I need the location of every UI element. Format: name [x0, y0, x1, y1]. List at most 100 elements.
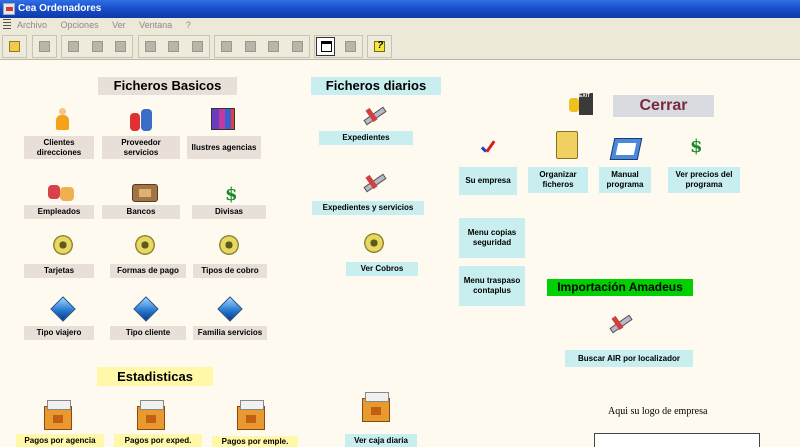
su-empresa-button[interactable]: Su empresa: [459, 167, 517, 195]
cerrar-button[interactable]: Cerrar: [613, 95, 714, 117]
divisas-button[interactable]: Divisas: [192, 205, 266, 219]
toolbar-group-print: [214, 35, 310, 58]
open-folder-icon: [9, 41, 20, 52]
buscar-air-button[interactable]: Buscar AIR por localizador: [565, 350, 693, 367]
person-icon: [55, 108, 69, 130]
pagos-exped-button[interactable]: Pagos por exped.: [114, 434, 202, 447]
payment-gear-icon: [135, 235, 155, 255]
folder-icon: [556, 131, 578, 159]
copy-button[interactable]: [87, 37, 106, 56]
proveedor-button[interactable]: Proveedor servicios: [102, 136, 180, 159]
importacion-amadeus-title: Importación Amadeus: [547, 279, 693, 296]
formas-pago-button[interactable]: Formas de pago: [110, 264, 186, 278]
collection-gear-icon: [219, 235, 239, 255]
ilustres-button[interactable]: Ilustres agencias: [187, 136, 261, 159]
report-button[interactable]: [240, 37, 259, 56]
page-button[interactable]: [287, 37, 306, 56]
checkmark-icon: [478, 139, 498, 157]
books-icon: [211, 108, 235, 130]
paste-button[interactable]: [110, 37, 129, 56]
pagos-exped-box-icon: [137, 400, 165, 430]
menu-bar: Archivo Opciones Ver Ventana ?: [0, 18, 800, 33]
expedientes-plane-icon: [361, 104, 387, 126]
tarjetas-button[interactable]: Tarjetas: [24, 264, 94, 278]
familia-servicios-button[interactable]: Familia servicios: [193, 326, 267, 340]
people-icon: [128, 107, 154, 131]
form-icon: [144, 41, 156, 52]
ver-cobros-button[interactable]: Ver Cobros: [346, 262, 418, 276]
estadisticas-title: Estadisticas: [97, 367, 213, 386]
ver-caja-diaria-button[interactable]: Ver caja diaria: [345, 434, 417, 447]
print-button[interactable]: [216, 37, 235, 56]
preview-icon: [268, 41, 280, 52]
report-icon: [244, 41, 256, 52]
clientes-button[interactable]: Clientes direcciones: [24, 136, 94, 159]
exit-icon: EXIT: [567, 93, 593, 115]
save-icon: [38, 41, 50, 52]
toolbar: [0, 33, 800, 60]
toolbar-group-clipboard: [61, 35, 134, 58]
exit-sign-text: EXIT: [579, 93, 591, 99]
client-type-icon: [133, 296, 159, 322]
help-button[interactable]: [369, 37, 388, 56]
manual-book-icon: [609, 138, 643, 160]
bank-icon: [132, 184, 158, 202]
help-icon: [374, 40, 386, 52]
tipo-cliente-button[interactable]: Tipo cliente: [110, 326, 186, 340]
employees-icon: [48, 181, 74, 203]
find-button[interactable]: [187, 37, 206, 56]
sort-button[interactable]: [163, 37, 182, 56]
toolbar-group-window: [314, 35, 363, 58]
logo-caption: Aqui su logo de empresa: [608, 406, 708, 417]
sort-icon: [168, 41, 180, 52]
menu-ventana[interactable]: Ventana: [139, 20, 172, 30]
ficheros-diarios-title: Ficheros diarios: [311, 77, 441, 95]
caja-diaria-box-icon: [362, 392, 390, 422]
toolbar-group-help: [367, 35, 393, 58]
form-button[interactable]: [140, 37, 159, 56]
paste-icon: [115, 41, 127, 52]
menu-traspaso-button[interactable]: Menu traspaso contaplus: [459, 266, 525, 306]
save-button[interactable]: [34, 37, 53, 56]
cut-icon: [68, 41, 80, 52]
toolbar-group-records: [137, 35, 210, 58]
empleados-button[interactable]: Empleados: [24, 205, 94, 219]
dollar-icon: [222, 184, 240, 206]
tools-button[interactable]: [340, 37, 359, 56]
window-icon: [321, 41, 333, 52]
preview-button[interactable]: [263, 37, 282, 56]
expedientes-button[interactable]: Expedientes: [319, 131, 413, 145]
traveler-type-icon: [50, 296, 76, 322]
expedientes-servicios-plane-icon: [361, 171, 387, 193]
copy-icon: [91, 41, 103, 52]
pagos-emple-button[interactable]: Pagos por emple.: [212, 436, 298, 447]
manual-programa-button[interactable]: Manual programa: [599, 167, 651, 193]
service-family-icon: [217, 296, 243, 322]
cut-button[interactable]: [63, 37, 82, 56]
menu-grip-icon: [3, 19, 11, 31]
expedientes-servicios-button[interactable]: Expedientes y servicios: [312, 201, 424, 215]
pagos-agencia-box-icon: [44, 400, 72, 430]
amadeus-plane-icon: [607, 312, 633, 334]
menu-help[interactable]: ?: [186, 20, 191, 30]
window-button[interactable]: [316, 37, 336, 56]
open-folder-button[interactable]: [4, 37, 23, 56]
bancos-button[interactable]: Bancos: [102, 205, 180, 219]
print-icon: [221, 41, 233, 52]
ficheros-basicos-title: Ficheros Basicos: [98, 77, 237, 95]
menu-archivo[interactable]: Archivo: [17, 20, 47, 30]
menu-copias-button[interactable]: Menu copias seguridad: [459, 218, 525, 258]
menu-opciones[interactable]: Opciones: [61, 20, 99, 30]
ver-precios-button[interactable]: Ver precios del programa: [668, 167, 740, 193]
toolbar-group-file: [2, 35, 27, 58]
organizar-ficheros-button[interactable]: Organizar ficheros: [528, 167, 588, 193]
cobros-gear-icon: [364, 233, 384, 253]
pagos-agencia-button[interactable]: Pagos por agencia: [16, 434, 104, 447]
page-icon: [291, 41, 303, 52]
tipo-viajero-button[interactable]: Tipo viajero: [24, 326, 94, 340]
price-dollar-icon: [687, 136, 705, 158]
menu-ver[interactable]: Ver: [112, 20, 126, 30]
tipos-cobro-button[interactable]: Tipos de cobro: [193, 264, 267, 278]
window-titlebar[interactable]: Cea Ordenadores: [0, 0, 800, 18]
company-logo-box: [594, 433, 760, 447]
